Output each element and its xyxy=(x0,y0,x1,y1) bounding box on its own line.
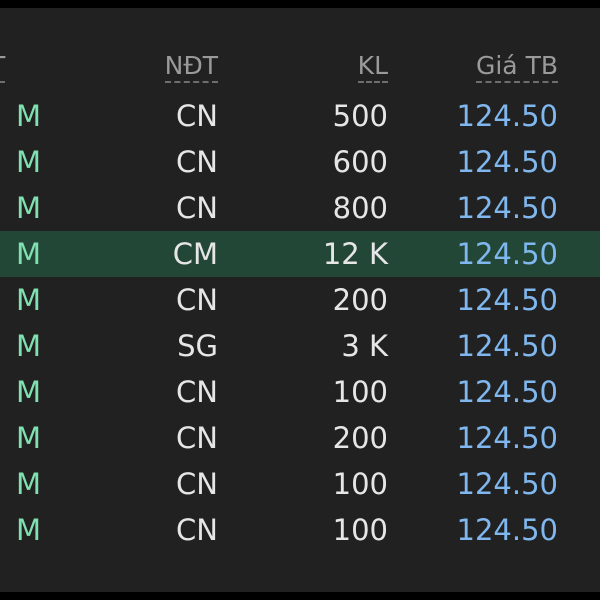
volume-cell: 100 xyxy=(332,375,388,409)
table-row[interactable]: M SG 3 K 124.50 xyxy=(0,323,600,369)
side-cell: M xyxy=(16,421,42,455)
table-row[interactable]: M CN 600 124.50 xyxy=(0,139,600,185)
table-row[interactable]: M CN 500 124.50 xyxy=(0,93,600,139)
table-row[interactable]: M CN 100 124.50 xyxy=(0,369,600,415)
table-row[interactable]: M CN 100 124.50 xyxy=(0,507,600,553)
volume-cell: 600 xyxy=(332,145,388,179)
volume-cell: 100 xyxy=(332,467,388,501)
investor-cell: SG xyxy=(177,329,218,363)
side-cell: M xyxy=(16,513,42,547)
price-cell: 124.50 xyxy=(456,191,558,225)
price-cell: 124.50 xyxy=(456,329,558,363)
header-side-label: T xyxy=(0,51,6,83)
header-volume-label: KL xyxy=(357,51,388,83)
price-cell: 124.50 xyxy=(456,467,558,501)
price-cell: 124.50 xyxy=(456,513,558,547)
table-row[interactable]: M CN 100 124.50 xyxy=(0,461,600,507)
investor-cell: CN xyxy=(176,99,218,133)
trade-list-screen: T NĐT KL Giá TB M CN 500 124.50 M CN 600 124.50… xyxy=(0,8,600,592)
side-cell: M xyxy=(16,283,42,317)
table-row[interactable]: M CN 800 124.50 xyxy=(0,185,600,231)
price-cell: 124.50 xyxy=(456,99,558,133)
investor-cell: CN xyxy=(176,283,218,317)
header-avg-price-label: Giá TB xyxy=(475,51,558,83)
investor-cell: CN xyxy=(176,191,218,225)
investor-cell: CN xyxy=(176,467,218,501)
investor-cell: CN xyxy=(176,513,218,547)
table-row[interactable]: M CM 12 K 124.50 xyxy=(0,231,600,277)
table-row[interactable]: M CN 200 124.50 xyxy=(0,277,600,323)
side-cell: M xyxy=(16,191,42,225)
price-cell: 124.50 xyxy=(456,145,558,179)
trade-rows: M CN 500 124.50 M CN 600 124.50 M CN 800 124.50 M CM 1… xyxy=(0,93,600,553)
header-investor-label: NĐT xyxy=(164,51,218,83)
side-cell: M xyxy=(16,329,42,363)
price-cell: 124.50 xyxy=(456,375,558,409)
side-cell: M xyxy=(16,237,42,271)
header-investor[interactable]: NĐT xyxy=(130,44,218,88)
price-cell: 124.50 xyxy=(456,421,558,455)
volume-cell: 200 xyxy=(332,421,388,455)
investor-cell: CN xyxy=(176,421,218,455)
header-avg-price[interactable]: Giá TB xyxy=(420,44,558,88)
volume-cell: 800 xyxy=(332,191,388,225)
investor-cell: CM xyxy=(172,237,218,271)
header-volume[interactable]: KL xyxy=(270,44,388,88)
table-row[interactable]: M CN 200 124.50 xyxy=(0,415,600,461)
price-cell: 124.50 xyxy=(456,283,558,317)
investor-cell: CN xyxy=(176,375,218,409)
header-side[interactable]: T xyxy=(0,44,18,88)
side-cell: M xyxy=(16,467,42,501)
side-cell: M xyxy=(16,99,42,133)
volume-cell: 3 K xyxy=(341,329,388,363)
price-cell: 124.50 xyxy=(456,237,558,271)
side-cell: M xyxy=(16,145,42,179)
volume-cell: 500 xyxy=(332,99,388,133)
volume-cell: 200 xyxy=(332,283,388,317)
volume-cell: 12 K xyxy=(322,237,388,271)
investor-cell: CN xyxy=(176,145,218,179)
volume-cell: 100 xyxy=(332,513,388,547)
side-cell: M xyxy=(16,375,42,409)
